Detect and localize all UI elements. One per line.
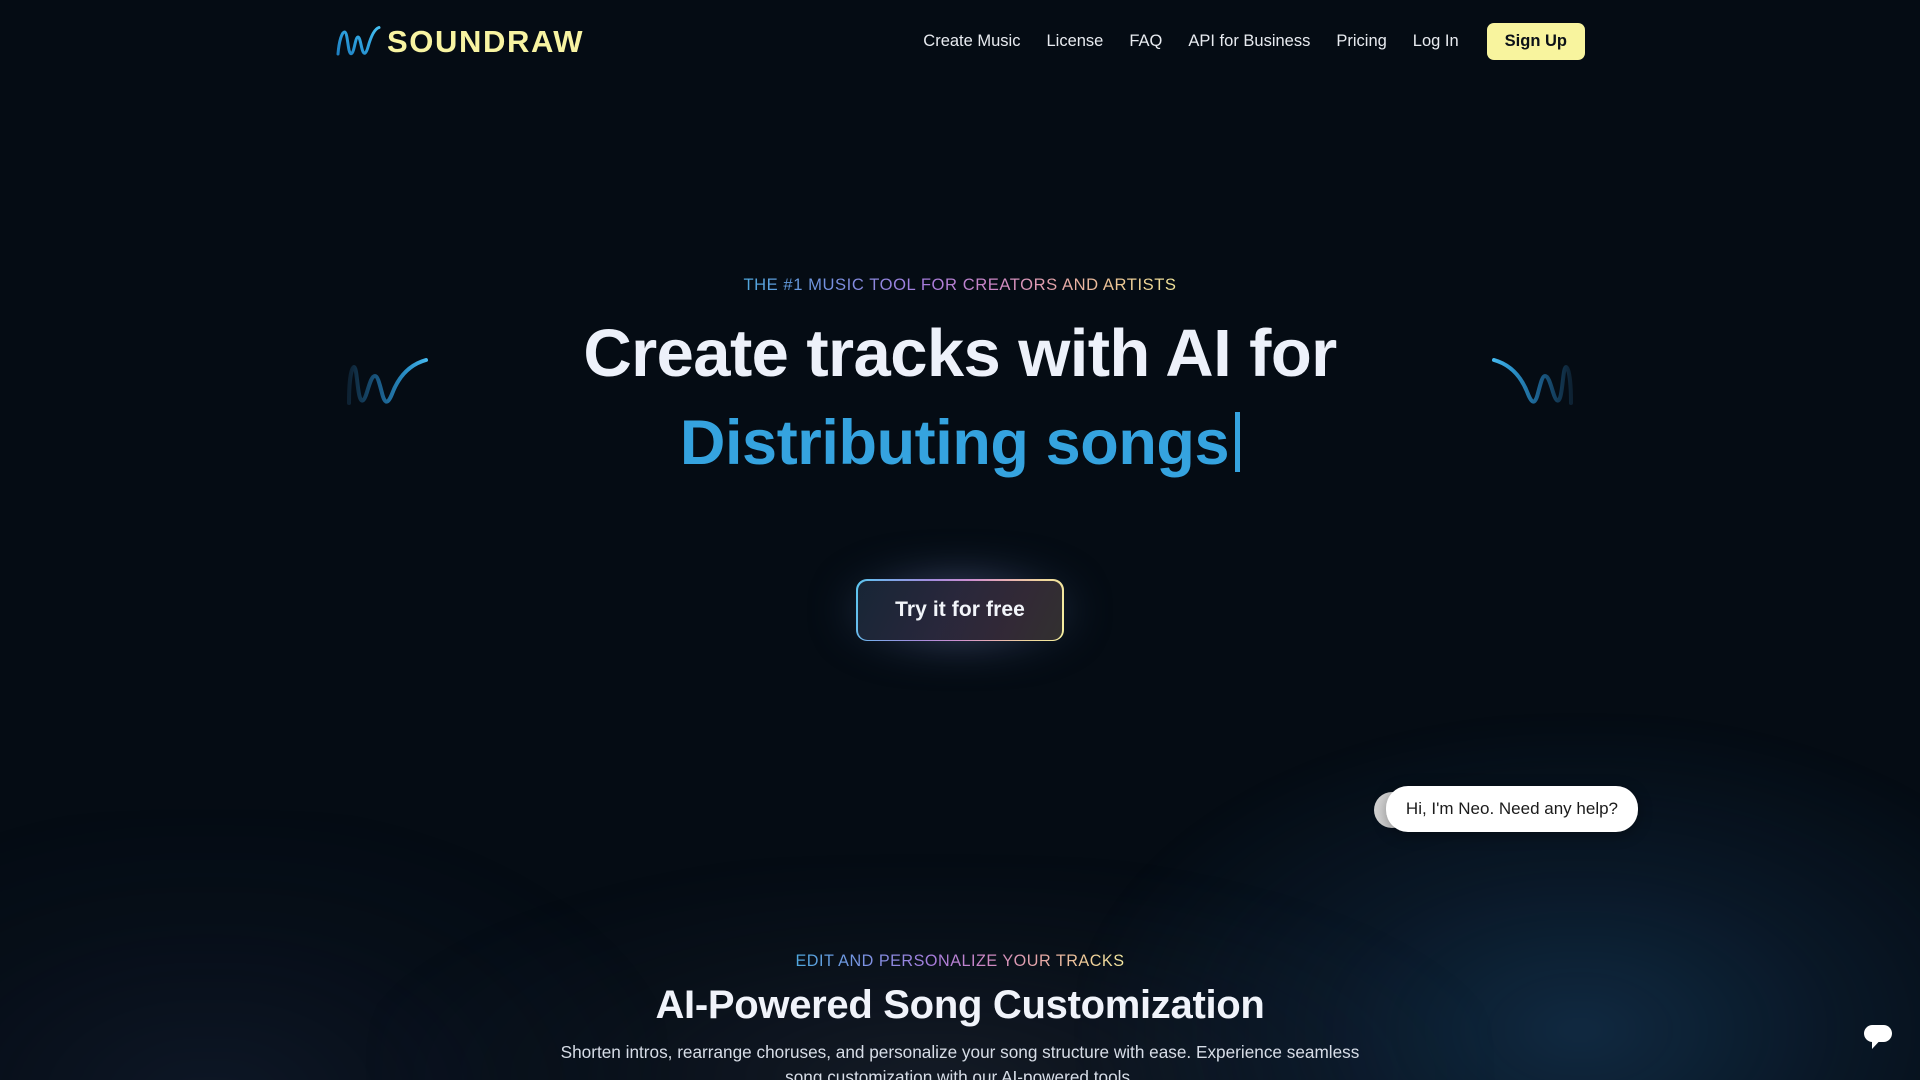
try-it-for-free-label: Try it for free bbox=[857, 581, 1063, 640]
site-header: SOUNDRAW Create Music License FAQ API fo… bbox=[0, 0, 1920, 82]
main-nav: Create Music License FAQ API for Busines… bbox=[910, 0, 1585, 82]
section-title: AI-Powered Song Customization bbox=[655, 983, 1265, 1027]
try-it-for-free-button[interactable]: Try it for free bbox=[856, 579, 1064, 642]
logo-wordmark: SOUNDRAW bbox=[387, 23, 585, 59]
soundwave-icon bbox=[336, 26, 381, 56]
chat-greeting-bubble[interactable]: Hi, I'm Neo. Need any help? bbox=[1385, 786, 1638, 832]
chat-launcher-button[interactable] bbox=[1837, 997, 1919, 1079]
section-body: Shorten intros, rearrange choruses, and … bbox=[560, 1042, 1360, 1080]
hero-eyebrow: THE #1 MUSIC TOOL FOR CREATORS AND ARTIS… bbox=[743, 275, 1177, 294]
nav-link-log-in[interactable]: Log In bbox=[1400, 26, 1472, 57]
nav-link-pricing[interactable]: Pricing bbox=[1323, 26, 1399, 57]
logo[interactable]: SOUNDRAW bbox=[333, 20, 584, 60]
hero-headline: Create tracks with AI for bbox=[583, 316, 1337, 391]
typing-caret bbox=[1235, 412, 1241, 473]
hero-typed-text: Distributing songs bbox=[679, 408, 1230, 479]
nav-link-license[interactable]: License bbox=[1033, 26, 1116, 57]
sign-up-button[interactable]: Sign Up bbox=[1486, 22, 1585, 60]
chat-bubble-icon bbox=[1864, 1025, 1892, 1049]
nav-link-api-for-business[interactable]: API for Business bbox=[1175, 26, 1323, 57]
hero-cta-wrapper: Try it for free bbox=[830, 553, 1090, 668]
section-eyebrow: EDIT AND PERSONALIZE YOUR TRACKS bbox=[795, 952, 1125, 970]
nav-link-create-music[interactable]: Create Music bbox=[910, 26, 1033, 57]
nav-link-faq[interactable]: FAQ bbox=[1116, 26, 1175, 57]
hero-typed-line: Distributing songs bbox=[679, 404, 1241, 479]
page-root: SOUNDRAW Create Music License FAQ API fo… bbox=[0, 0, 1920, 1080]
song-customization-section: EDIT AND PERSONALIZE YOUR TRACKS AI-Powe… bbox=[0, 952, 1920, 1080]
